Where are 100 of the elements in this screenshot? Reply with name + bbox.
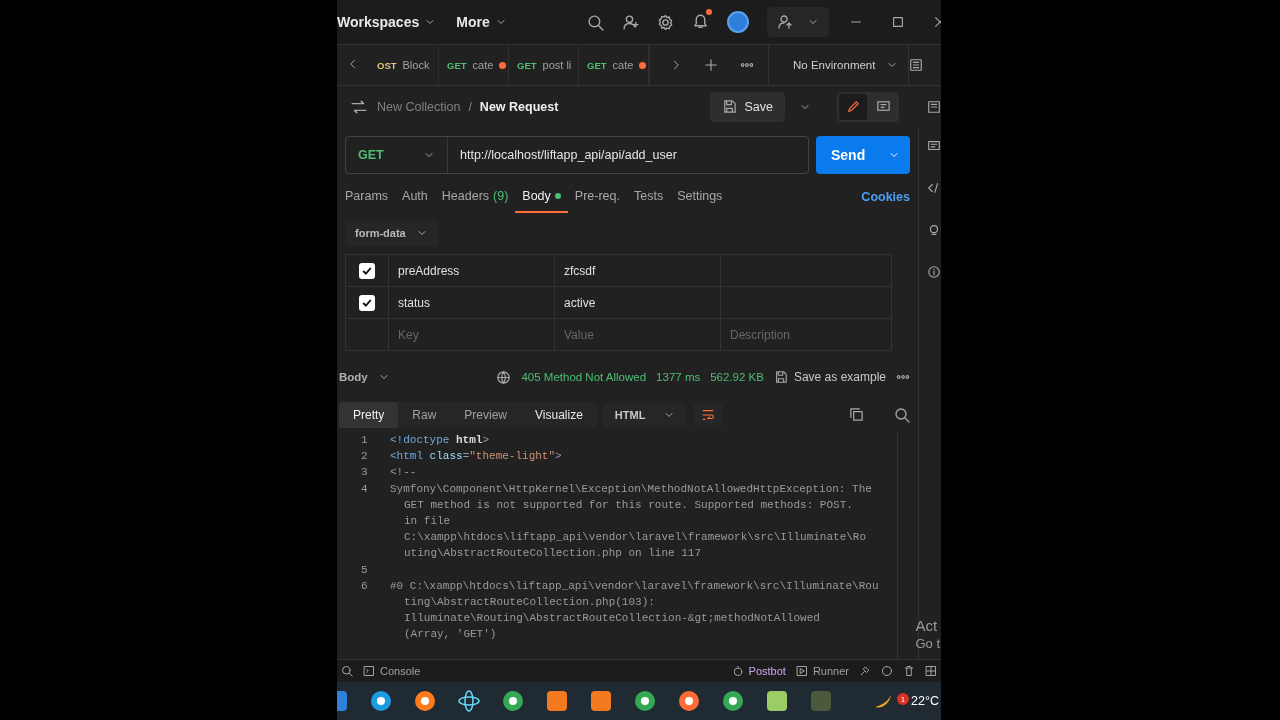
taskbar-app-icon[interactable] bbox=[369, 689, 393, 713]
layout-icon[interactable] bbox=[925, 665, 937, 677]
section-tab[interactable]: Headers (9) bbox=[434, 181, 516, 213]
comment-icon[interactable] bbox=[927, 139, 941, 153]
section-tab[interactable]: Params bbox=[345, 181, 396, 213]
taskbar-app-icon[interactable] bbox=[677, 689, 701, 713]
save-icon[interactable] bbox=[721, 99, 737, 114]
code-line: uting\AbstractRouteCollection.php on line 117 bbox=[403, 546, 703, 562]
code-line: #0 C:\xampp\htdocs\liftapp_api\vendor\laravel\framework\src\Illuminate\Rou bbox=[389, 579, 879, 592]
response-view-tab[interactable]: Visualize bbox=[521, 401, 597, 428]
response-time[interactable]: 1377 ms bbox=[656, 371, 701, 383]
search-icon[interactable] bbox=[587, 13, 604, 31]
taskbar-app-icon[interactable] bbox=[721, 689, 745, 713]
notification-dot bbox=[706, 9, 712, 15]
line-number: 3 bbox=[360, 465, 369, 481]
user-icon[interactable] bbox=[777, 14, 793, 30]
trash-icon[interactable] bbox=[903, 665, 915, 677]
line-number: 4 bbox=[360, 481, 369, 497]
key-cell[interactable]: status bbox=[388, 287, 554, 318]
send-button[interactable]: Send bbox=[816, 136, 910, 174]
breadcrumb-link[interactable]: New Collection bbox=[377, 99, 461, 114]
section-tab[interactable]: Settings bbox=[670, 181, 730, 213]
breadcrumb-separator: / bbox=[468, 99, 472, 114]
add-user-icon[interactable] bbox=[622, 13, 639, 31]
weather-badge: 1 bbox=[897, 693, 910, 705]
maximize-icon[interactable] bbox=[891, 15, 905, 29]
code-line: C:\xampp\htdocs\liftapp_api\vendor\laravel\framework\src\Illuminate\Ro bbox=[403, 530, 868, 546]
edit-mode-button[interactable] bbox=[839, 93, 867, 120]
environment-dropdown[interactable]: No Environment bbox=[769, 45, 909, 85]
temperature[interactable]: 22°C bbox=[911, 694, 939, 708]
code-line: Symfony\Component\HttpKernel\Exception\MethodNotAllowedHttpException: The bbox=[389, 482, 872, 495]
runner-button[interactable]: Runner bbox=[795, 665, 849, 677]
bell-icon[interactable] bbox=[692, 12, 709, 29]
body-type-dropdown[interactable]: form-data bbox=[345, 220, 438, 246]
save-example-button[interactable]: Save as example bbox=[773, 370, 886, 384]
panel-icon[interactable] bbox=[909, 58, 923, 72]
response-body-dropdown[interactable]: Body bbox=[339, 371, 390, 383]
workspaces-menu[interactable]: Workspaces bbox=[337, 14, 437, 30]
checkbox[interactable] bbox=[359, 262, 375, 279]
request-title: New Request bbox=[479, 99, 559, 114]
cookies-link[interactable]: Cookies bbox=[861, 190, 910, 204]
taskbar-app-icon[interactable] bbox=[413, 689, 437, 713]
copy-icon[interactable] bbox=[849, 407, 864, 422]
key-cell[interactable]: preAddress bbox=[388, 255, 554, 286]
taskbar-app-icon[interactable] bbox=[765, 689, 789, 713]
search-icon[interactable] bbox=[341, 665, 353, 677]
wrap-icon[interactable] bbox=[693, 402, 724, 427]
request-tab[interactable]: GET cate bbox=[439, 45, 509, 85]
code-line: <!-- bbox=[389, 466, 417, 479]
info-icon[interactable] bbox=[927, 265, 941, 279]
comment-icon bbox=[875, 99, 891, 114]
avatar[interactable] bbox=[727, 11, 749, 33]
request-tab[interactable]: OST Block bbox=[369, 45, 439, 85]
format-dropdown[interactable]: HTML bbox=[602, 402, 688, 427]
response-view-tab[interactable]: Preview bbox=[450, 401, 522, 428]
activation-notice: Go t bbox=[915, 635, 940, 653]
url-field[interactable]: GET http://localhost/liftapp_api/api/add_user bbox=[345, 136, 809, 174]
section-tab[interactable]: Body bbox=[515, 181, 568, 213]
checkbox[interactable] bbox=[359, 294, 375, 311]
value-cell[interactable]: active bbox=[554, 287, 720, 318]
section-tab[interactable]: Auth bbox=[395, 181, 435, 213]
activation-notice: Act bbox=[915, 617, 939, 635]
line-number: 5 bbox=[360, 562, 369, 578]
save-icon[interactable] bbox=[773, 370, 788, 384]
line-number: 6 bbox=[360, 578, 369, 594]
request-tab[interactable]: GET cate bbox=[579, 45, 649, 85]
request-tab[interactable]: GET post li bbox=[509, 45, 579, 85]
taskbar-app-icon[interactable] bbox=[457, 689, 481, 713]
response-view-tab[interactable]: Raw bbox=[398, 401, 451, 428]
bulb-icon[interactable] bbox=[927, 223, 941, 237]
docs-icon[interactable] bbox=[927, 99, 941, 114]
method-dropdown[interactable]: GET bbox=[346, 137, 448, 173]
console-button[interactable]: Console bbox=[363, 665, 421, 677]
console-icon[interactable] bbox=[363, 665, 375, 677]
more-menu[interactable]: More bbox=[456, 14, 507, 30]
settings-icon[interactable] bbox=[657, 13, 674, 31]
section-tab[interactable]: Tests bbox=[627, 181, 671, 213]
status-code[interactable]: 405 Method Not Allowed bbox=[521, 371, 647, 383]
search-icon[interactable] bbox=[894, 406, 910, 423]
taskbar-app-icon[interactable] bbox=[633, 689, 657, 713]
globe-icon[interactable] bbox=[496, 369, 512, 385]
value-cell[interactable]: zfcsdf bbox=[554, 255, 720, 286]
bot-icon[interactable] bbox=[731, 665, 744, 677]
code-line: (Array, 'GET') bbox=[403, 627, 498, 643]
invite-button[interactable] bbox=[767, 7, 829, 37]
response-size[interactable]: 562.92 KB bbox=[710, 371, 764, 383]
code-line: Illuminate\Routing\AbstractRouteCollection-&gt;methodNotAllowed bbox=[403, 611, 821, 627]
save-button[interactable]: Save bbox=[709, 91, 785, 122]
section-tab[interactable]: Pre-req. bbox=[567, 181, 627, 213]
code-line: GET method is not supported for this route. Supported methods: POST. bbox=[403, 497, 854, 513]
code-icon[interactable] bbox=[927, 181, 941, 195]
postbot-button[interactable]: Postbot bbox=[731, 665, 786, 677]
code-line: in file bbox=[403, 514, 452, 529]
code-line: <!doctype html> bbox=[389, 434, 490, 446]
play-icon[interactable] bbox=[795, 665, 808, 677]
taskbar-app-icon[interactable] bbox=[501, 689, 525, 713]
plus-icon[interactable] bbox=[704, 58, 718, 72]
line-number: 2 bbox=[360, 449, 369, 465]
response-view-tab[interactable]: Pretty bbox=[339, 401, 399, 428]
code-line: ting\AbstractRouteCollection.php(103): bbox=[403, 595, 656, 611]
